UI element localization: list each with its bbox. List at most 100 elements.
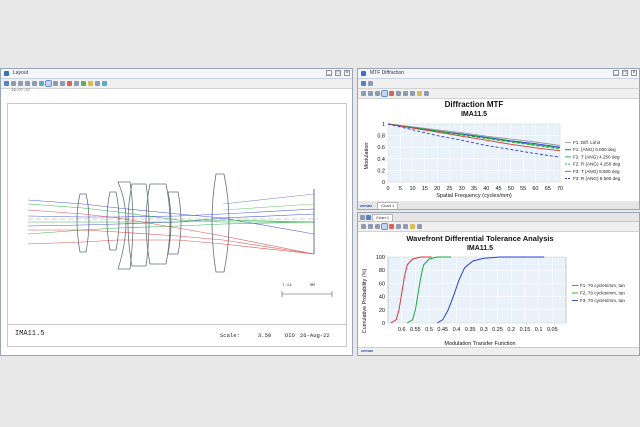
date-label: 26-Aug-22: [300, 332, 330, 339]
mtf-xtick-label: 15: [422, 186, 428, 192]
mtf-xtick-label: 5: [399, 186, 402, 192]
measure-icon[interactable]: [95, 81, 100, 86]
copy-icon[interactable]: [25, 81, 30, 86]
settings-icon[interactable]: [368, 81, 373, 86]
minimize-icon[interactable]: _: [326, 70, 332, 76]
mtf-legend-label: F3: R (ANG) 8.500 deg: [573, 176, 621, 181]
annotate-icon[interactable]: [410, 224, 415, 229]
mtf-tabbar: zemax Chart 1: [358, 201, 639, 209]
tol-legend-label: F3, 70 cycles/mm, tan: [580, 298, 625, 303]
zoom-in-icon[interactable]: [381, 223, 388, 230]
layout-toolbar: [1, 79, 352, 89]
layout-titlebar[interactable]: Layout _ □ ×: [1, 69, 352, 79]
mtf-xtick-label: 60: [532, 186, 538, 192]
tol-xtick-label: 0.4: [453, 327, 461, 333]
tol-xtick-label: 0.55: [410, 327, 421, 333]
settings-icon[interactable]: [11, 81, 16, 86]
print-icon[interactable]: [18, 81, 23, 86]
save-icon[interactable]: [375, 224, 380, 229]
mtf-ytick-label: 0.2: [377, 168, 385, 174]
mtf-ytick-label: 0: [382, 180, 385, 186]
mtf-toolbar-1: [358, 79, 639, 89]
mtf-ytick-label: 0.6: [377, 145, 385, 151]
mtf-xtick-label: 10: [410, 186, 416, 192]
layout-window: Layout _ □ × 19:07:37 7.14 MM IMA11.5 Sc…: [0, 68, 353, 356]
annotate-icon[interactable]: [417, 91, 422, 96]
tab-chart-1[interactable]: Chart 1: [372, 214, 394, 221]
zoom-in-icon[interactable]: [381, 90, 388, 97]
tol-statusbar: zemax: [358, 347, 639, 355]
mtf-chart-title: Diffraction MTF: [445, 100, 504, 109]
mtf-plot-area[interactable]: 0 5 10 15 20 25 30 35 40 45 50 55 60 65 70 0 0.2 0.4 0.6 0.…: [377, 122, 563, 192]
tol-tabbar: Chart 1: [358, 213, 639, 222]
tol-xtick-label: 0.3: [480, 327, 488, 333]
line-icon[interactable]: [403, 224, 408, 229]
zemax-logo: zemax: [360, 203, 373, 208]
layout-title: Layout: [13, 70, 29, 76]
mtf-ytick-label: 0.4: [377, 157, 385, 163]
export-icon[interactable]: [39, 81, 44, 86]
draw-line-icon[interactable]: [81, 81, 86, 86]
reset-view-icon[interactable]: [74, 81, 79, 86]
refresh-icon[interactable]: [361, 81, 366, 86]
mtf-chart: Diffraction MTF IMA11.5 0 5 10 15 20 25 30 35 40…: [364, 100, 621, 199]
mtf-xtick-label: 45: [496, 186, 502, 192]
mtf-legend-label: F1: (ANG) 0.000 deg: [573, 147, 616, 152]
tol-xtick-label: 0.15: [520, 327, 531, 333]
mtf-xtick-label: 40: [483, 186, 489, 192]
tab-chart-1[interactable]: Chart 1: [377, 202, 399, 209]
maximize-icon[interactable]: □: [335, 70, 341, 76]
layout-timestamp: 19:07:37: [11, 89, 31, 93]
zoom-in-icon[interactable]: [45, 80, 52, 87]
close-icon[interactable]: ×: [344, 70, 350, 76]
annotate-icon[interactable]: [88, 81, 93, 86]
tol-ytick-label: 60: [379, 281, 385, 287]
tol-ytick-label: 100: [376, 255, 385, 261]
layout-options-icon[interactable]: [424, 91, 429, 96]
tol-xtick-label: 0.2: [507, 327, 515, 333]
text-icon[interactable]: [396, 91, 401, 96]
rotate-icon[interactable]: [67, 81, 72, 86]
mtf-legend-label: F2: R (ANG) 4.250 deg: [573, 162, 621, 167]
scale-bar: [281, 291, 333, 297]
layout-options-icon[interactable]: [417, 224, 422, 229]
mtf-titlebar[interactable]: MTF Diffraction _ □ ×: [358, 69, 639, 79]
mtf-xtick-label: 0: [386, 186, 389, 192]
lens-element-5: [145, 183, 171, 265]
maximize-icon[interactable]: □: [622, 70, 628, 76]
app-icon: [361, 71, 366, 76]
save-icon[interactable]: [32, 81, 37, 86]
copy-icon[interactable]: [368, 224, 373, 229]
save-icon[interactable]: [375, 91, 380, 96]
refresh-icon[interactable]: [4, 81, 9, 86]
copy-icon[interactable]: [368, 91, 373, 96]
text-icon[interactable]: [396, 224, 401, 229]
rectangle-icon[interactable]: [410, 91, 415, 96]
close-icon[interactable]: ×: [631, 70, 637, 76]
grid-icon[interactable]: [360, 215, 365, 220]
print-icon[interactable]: [361, 224, 366, 229]
delete-icon[interactable]: [389, 91, 394, 96]
pan-icon[interactable]: [60, 81, 65, 86]
print-icon[interactable]: [361, 91, 366, 96]
mtf-xtick-label: 50: [508, 186, 514, 192]
units-label: DIO: [285, 332, 295, 339]
layout-canvas[interactable]: 7.14 MM: [7, 103, 347, 325]
chart-icon[interactable]: [366, 215, 371, 220]
scale-value: 3.50: [258, 332, 272, 339]
zoom-out-icon[interactable]: [53, 81, 58, 86]
line-icon[interactable]: [403, 91, 408, 96]
mtf-chart-subtitle: IMA11.5: [461, 111, 487, 118]
minimize-icon[interactable]: _: [613, 70, 619, 76]
tol-legend-label: F2, 70 cycles/mm, tan: [580, 291, 625, 296]
tol-xtick-label: 0.05: [547, 327, 558, 333]
lens-element-1: [76, 193, 90, 253]
tol-plot-area[interactable]: 0.6 0.55 0.5 0.45 0.4 0.35 0.3 0.25 0.2 0.15 0.1 0.…: [376, 255, 567, 333]
layout-info-bar: IMA11.5 Scale: 3.50 DIO 26-Aug-22: [7, 325, 347, 347]
lens-layout-drawing: [27, 173, 333, 297]
layout-options-icon[interactable]: [102, 81, 107, 86]
tol-xtick-label: 0.1: [535, 327, 543, 333]
delete-icon[interactable]: [389, 224, 394, 229]
tolerance-window: Chart 1 Wavefront Differential Tolerance…: [357, 212, 640, 356]
mtf-ytick-label: 1: [382, 122, 385, 128]
